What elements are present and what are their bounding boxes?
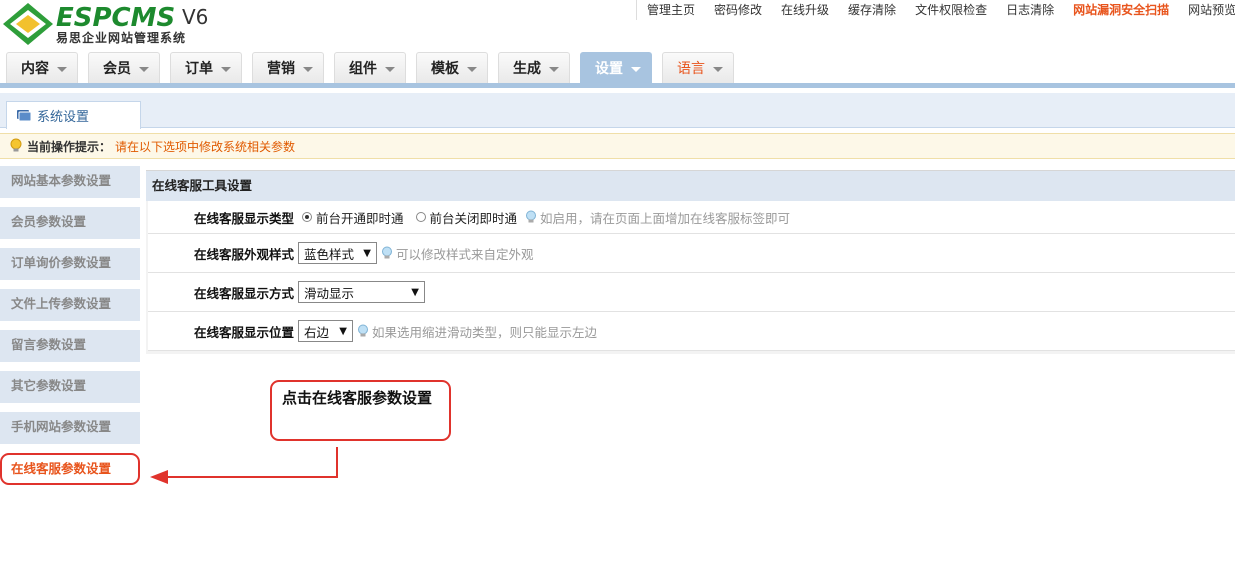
nav-tab-label: 营销 — [267, 61, 295, 77]
top-link-security-scan[interactable]: 网站漏洞安全扫描 — [1063, 0, 1178, 20]
nav-underline — [0, 83, 1235, 88]
setting-row-display-type: 在线客服显示类型 前台开通即时通 前台关闭即时通 如启用，请在页面上面增加在线客… — [148, 201, 1235, 234]
top-link-clear-log[interactable]: 日志清除 — [996, 0, 1063, 20]
annotation-arrow-icon — [150, 447, 338, 484]
setting-label: 在线客服显示类型 — [193, 210, 294, 226]
sidebar-item-member[interactable]: 会员参数设置 — [0, 207, 140, 239]
lightbulb-icon — [526, 210, 537, 223]
setting-row-style: 在线客服外观样式 蓝色样式 ▼ 可以修改样式来自定外观 — [148, 234, 1235, 273]
chevron-down-icon — [303, 66, 313, 72]
nav-tab-label: 订单 — [185, 61, 213, 77]
setting-control: 前台开通即时通 前台关闭即时通 如启用，请在页面上面增加在线客服标签即可 — [298, 208, 790, 227]
setting-control: 蓝色样式 ▼ 可以修改样式来自定外观 — [298, 242, 534, 264]
setting-control: 右边 ▼ 如果选用缩进滑动类型，则只能显示左边 — [298, 320, 597, 342]
chevron-down-icon — [139, 66, 149, 72]
chevron-down-icon: ▼ — [363, 247, 371, 259]
nav-tab-label: 语言 — [677, 61, 705, 77]
annotation-callout: 点击在线客服参数设置 — [270, 380, 451, 441]
nav-tab-content[interactable]: 内容 — [6, 52, 78, 83]
setting-label: 在线客服显示方式 — [193, 285, 294, 301]
nav-tab-order[interactable]: 订单 — [170, 52, 242, 83]
sidebar-item-online-service[interactable]: 在线客服参数设置 — [0, 453, 140, 485]
sidebar-item-order-inquiry[interactable]: 订单询价参数设置 — [0, 248, 140, 280]
setting-row-mode: 在线客服显示方式 滑动显示 ▼ — [148, 273, 1235, 312]
nav-tab-language[interactable]: 语言 — [662, 52, 734, 83]
nav-tab-label: 组件 — [349, 61, 377, 77]
mode-select-value: 滑动显示 — [304, 285, 355, 301]
radio-disable[interactable] — [415, 212, 426, 222]
lightbulb-icon — [10, 138, 22, 152]
nav-tab-label: 设置 — [595, 61, 623, 77]
logo-subtitle: 易思企业网站管理系统 — [56, 31, 187, 45]
style-select-value: 蓝色样式 — [304, 246, 355, 262]
sidebar-item-message[interactable]: 留言参数设置 — [0, 330, 140, 362]
chevron-down-icon — [713, 66, 723, 72]
logo-mark-icon — [3, 3, 53, 45]
nav-tab-label: 模板 — [431, 61, 459, 77]
top-link-upgrade[interactable]: 在线升级 — [771, 0, 838, 20]
mode-select[interactable]: 滑动显示 ▼ — [298, 281, 425, 303]
setting-label: 在线客服外观样式 — [193, 246, 294, 262]
lightbulb-icon — [382, 246, 392, 259]
radio-disable-label[interactable]: 前台关闭即时通 — [430, 208, 518, 227]
sidebar-item-file-upload[interactable]: 文件上传参数设置 — [0, 289, 140, 321]
top-link-home[interactable]: 管理主页 — [637, 0, 704, 20]
logo[interactable]: ESPCMS V6 易思企业网站管理系统 — [0, 0, 240, 48]
settings-sidebar: 网站基本参数设置 会员参数设置 订单询价参数设置 文件上传参数设置 留言参数设置… — [0, 166, 140, 494]
tip-bar: 当前操作提示： 请在以下选项中修改系统相关参数 — [0, 133, 1235, 159]
radio-enable[interactable] — [302, 212, 312, 222]
top-link-password[interactable]: 密码修改 — [704, 0, 771, 20]
top-link-permission-check[interactable]: 文件权限检查 — [905, 0, 996, 20]
setting-hint-text: 可以修改样式来自定外观 — [396, 246, 534, 262]
tip-text: 请在以下选项中修改系统相关参数 — [115, 139, 296, 154]
panel-title: 在线客服工具设置 — [146, 171, 1235, 201]
setting-control: 滑动显示 ▼ — [298, 281, 425, 303]
sidebar-item-mobile-site[interactable]: 手机网站参数设置 — [0, 412, 140, 444]
subtab-system-settings[interactable]: 系统设置 — [6, 101, 141, 129]
nav-tab-member[interactable]: 会员 — [88, 52, 160, 83]
nav-tab-marketing[interactable]: 营销 — [252, 52, 324, 83]
nav-tab-generate[interactable]: 生成 — [498, 52, 570, 83]
lightbulb-icon — [358, 324, 368, 337]
setting-hint: 可以修改样式来自定外观 — [381, 244, 534, 263]
chevron-down-icon: ▼ — [411, 286, 419, 298]
settings-panel: 在线客服工具设置 在线客服显示类型 前台开通即时通 前台关闭即时通 如启用，请在… — [146, 170, 1235, 354]
setting-hint-text: 如果选用缩进滑动类型，则只能显示左边 — [372, 324, 598, 340]
setting-row-position: 在线客服显示位置 右边 ▼ 如果选用缩进滑动类型，则只能显示左边 — [148, 312, 1235, 351]
nav-tab-label: 生成 — [513, 61, 541, 77]
chevron-down-icon — [385, 66, 395, 72]
tip-label: 当前操作提示： — [27, 139, 112, 154]
top-link-clear-cache[interactable]: 缓存清除 — [838, 0, 905, 20]
position-select-value: 右边 — [304, 324, 330, 340]
sidebar-item-other[interactable]: 其它参数设置 — [0, 371, 140, 403]
top-link-preview[interactable]: 网站预览 — [1178, 0, 1235, 20]
top-links: 管理主页 密码修改 在线升级 缓存清除 文件权限检查 日志清除 网站漏洞安全扫描… — [636, 0, 1235, 20]
nav-tab-label: 会员 — [103, 61, 131, 77]
style-select[interactable]: 蓝色样式 ▼ — [298, 242, 377, 264]
subtab-label: 系统设置 — [37, 110, 90, 125]
radio-enable-label[interactable]: 前台开通即时通 — [316, 208, 404, 227]
nav-tab-component[interactable]: 组件 — [334, 52, 406, 83]
nav-tab-settings[interactable]: 设置 — [580, 52, 652, 83]
sidebar-item-site-basic[interactable]: 网站基本参数设置 — [0, 166, 140, 198]
chevron-down-icon: ▼ — [339, 325, 347, 337]
nav-tab-template[interactable]: 模板 — [416, 52, 488, 83]
nav-tab-label: 内容 — [21, 61, 49, 77]
chevron-down-icon — [549, 66, 559, 72]
chevron-down-icon — [221, 66, 231, 72]
setting-hint: 如启用，请在页面上面增加在线客服标签即可 — [525, 208, 790, 227]
setting-hint-text: 如启用，请在页面上面增加在线客服标签即可 — [540, 210, 791, 226]
logo-version: V6 — [182, 5, 209, 29]
chevron-down-icon — [467, 66, 477, 72]
position-select[interactable]: 右边 ▼ — [298, 320, 353, 342]
main-nav: 内容 会员 订单 营销 组件 模板 生成 设置 语言 — [6, 52, 734, 83]
admin-page: ESPCMS V6 易思企业网站管理系统 管理主页 密码修改 在线升级 缓存清除… — [0, 0, 1235, 581]
setting-hint: 如果选用缩进滑动类型，则只能显示左边 — [357, 322, 597, 341]
subtab-band — [0, 93, 1235, 128]
setting-label: 在线客服显示位置 — [193, 324, 294, 340]
monitor-icon — [17, 109, 32, 121]
chevron-down-icon — [631, 66, 641, 72]
chevron-down-icon — [57, 66, 67, 72]
